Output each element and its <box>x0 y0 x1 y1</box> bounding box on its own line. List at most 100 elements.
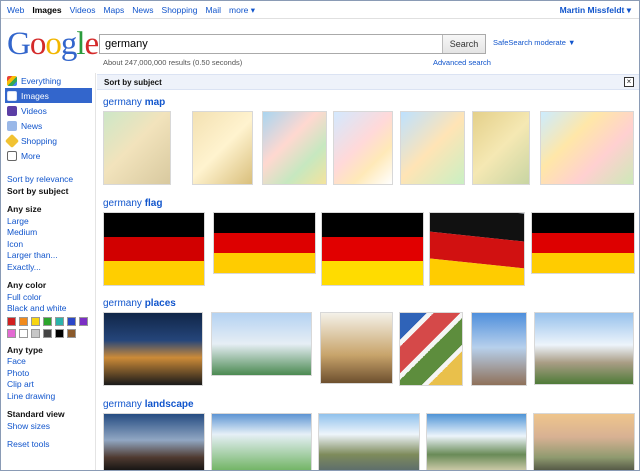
swatch-dark-gray[interactable] <box>43 328 52 338</box>
swatch-white[interactable] <box>19 328 28 338</box>
size-exactly[interactable]: Exactly... <box>7 262 95 274</box>
google-logo[interactable]: Google <box>7 26 100 62</box>
places-image-2[interactable] <box>211 312 312 376</box>
sidebar-label-news: News <box>21 120 43 131</box>
sidebar-item-images[interactable]: Images <box>5 88 92 103</box>
subject-group-map: germany map <box>103 97 639 185</box>
sidebar-label-images: Images <box>21 90 49 101</box>
sidebar-item-videos[interactable]: Videos <box>1 103 95 118</box>
type-face[interactable]: Face <box>7 356 95 368</box>
map-image-4[interactable] <box>333 111 393 185</box>
sort-by-subject-label: Sort by subject <box>7 185 69 196</box>
results-count: About 247,000,000 results (0.50 seconds) <box>103 58 243 67</box>
nav-images[interactable]: Images <box>32 5 61 16</box>
swatch-yellow[interactable] <box>31 316 40 326</box>
landscape-image-5[interactable] <box>533 413 635 470</box>
search-box: Search <box>99 34 486 54</box>
places-image-6[interactable] <box>534 312 634 385</box>
places-image-1[interactable] <box>103 312 203 386</box>
map-image-7[interactable] <box>540 111 634 185</box>
map-image-5[interactable] <box>400 111 465 185</box>
swatch-red[interactable] <box>7 316 16 326</box>
search-button[interactable]: Search <box>442 35 485 53</box>
size-icon[interactable]: Icon <box>7 239 95 251</box>
reset-tools-link[interactable]: Reset tools <box>7 439 95 451</box>
landscape-image-4[interactable] <box>426 413 527 470</box>
sort-by-subject-title: Sort by subject <box>104 78 162 87</box>
advanced-search-link[interactable]: Advanced search <box>433 58 491 67</box>
flag-image-4[interactable] <box>429 212 525 286</box>
landscape-image-1[interactable] <box>103 413 205 470</box>
places-image-5[interactable] <box>471 312 527 386</box>
sidebar-item-everything[interactable]: Everything <box>1 73 95 88</box>
nav-news[interactable]: News <box>132 5 153 16</box>
color-full[interactable]: Full color <box>7 292 95 304</box>
close-icon[interactable]: × <box>624 77 634 87</box>
swatch-orange[interactable] <box>19 316 28 326</box>
swatch-gray[interactable] <box>31 328 40 338</box>
show-sizes-link[interactable]: Show sizes <box>7 421 95 433</box>
nav-web[interactable]: Web <box>7 5 24 16</box>
color-swatches <box>1 316 95 338</box>
size-large[interactable]: Large <box>7 216 95 228</box>
swatch-teal[interactable] <box>55 316 64 326</box>
logo-letter-o2: o <box>45 26 61 62</box>
color-black-white[interactable]: Black and white <box>7 303 95 315</box>
nav-shopping[interactable]: Shopping <box>162 5 198 16</box>
map-image-1[interactable] <box>103 111 171 185</box>
left-sidebar: Everything Images Videos News Shopping M… <box>1 73 96 470</box>
nav-more[interactable]: more ▾ <box>229 5 255 16</box>
type-photo[interactable]: Photo <box>7 368 95 380</box>
sidebar-label-videos: Videos <box>21 105 47 116</box>
swatch-black[interactable] <box>55 328 64 338</box>
flag-image-1[interactable] <box>103 212 205 286</box>
google-images-window: Web Images Videos Maps News Shopping Mai… <box>0 0 640 471</box>
map-image-3[interactable] <box>262 111 327 185</box>
sidebar-label-shopping: Shopping <box>21 135 57 146</box>
size-larger-than[interactable]: Larger than... <box>7 250 95 262</box>
more-icon <box>7 150 17 161</box>
safesearch-link[interactable]: SafeSearch moderate ▼ <box>493 38 575 47</box>
news-icon <box>7 120 17 131</box>
swatch-green[interactable] <box>43 316 52 326</box>
flag-image-5[interactable] <box>531 212 635 274</box>
places-image-4[interactable] <box>399 312 463 386</box>
map-image-2[interactable] <box>192 111 253 185</box>
subject-group-places: germany places <box>103 298 639 386</box>
swatch-brown[interactable] <box>67 328 76 338</box>
nav-maps[interactable]: Maps <box>103 5 124 16</box>
nav-mail[interactable]: Mail <box>205 5 221 16</box>
search-input[interactable] <box>100 35 442 53</box>
swatch-blue[interactable] <box>67 316 76 326</box>
sort-by-relevance-link[interactable]: Sort by relevance <box>7 174 95 186</box>
flag-image-2[interactable] <box>213 212 316 274</box>
subject-title-places[interactable]: germany places <box>103 298 639 310</box>
sidebar-item-more[interactable]: More <box>1 148 95 163</box>
swatch-purple[interactable] <box>79 316 88 326</box>
subject-group-landscape: germany landscape <box>103 399 639 470</box>
landscape-image-3[interactable] <box>318 413 420 470</box>
map-image-6[interactable] <box>472 111 530 185</box>
flag-image-3[interactable] <box>321 212 424 286</box>
places-image-3[interactable] <box>320 312 393 384</box>
logo-letter-e: e <box>84 26 100 62</box>
subject-title-map[interactable]: germany map <box>103 97 639 109</box>
sidebar-item-news[interactable]: News <box>1 118 95 133</box>
size-medium[interactable]: Medium <box>7 227 95 239</box>
logo-letter-g2: g <box>60 26 77 62</box>
landscape-image-2[interactable] <box>211 413 312 470</box>
images-icon <box>7 90 17 101</box>
logo-letter-l: l <box>76 26 85 62</box>
subject-title-flag[interactable]: germany flag <box>103 198 639 210</box>
sidebar-label-everything: Everything <box>21 75 62 86</box>
user-menu[interactable]: Martin Missfeldt ▾ <box>560 5 631 16</box>
swatch-pink[interactable] <box>7 328 16 338</box>
nav-videos[interactable]: Videos <box>70 5 96 16</box>
sidebar-item-shopping[interactable]: Shopping <box>1 133 95 148</box>
view-heading: Standard view <box>7 409 65 419</box>
logo-letter-g: G <box>7 26 31 62</box>
type-line-drawing[interactable]: Line drawing <box>7 391 95 403</box>
subject-title-landscape[interactable]: germany landscape <box>103 399 639 411</box>
subject-group-flag: germany flag <box>103 198 639 286</box>
type-clip-art[interactable]: Clip art <box>7 379 95 391</box>
